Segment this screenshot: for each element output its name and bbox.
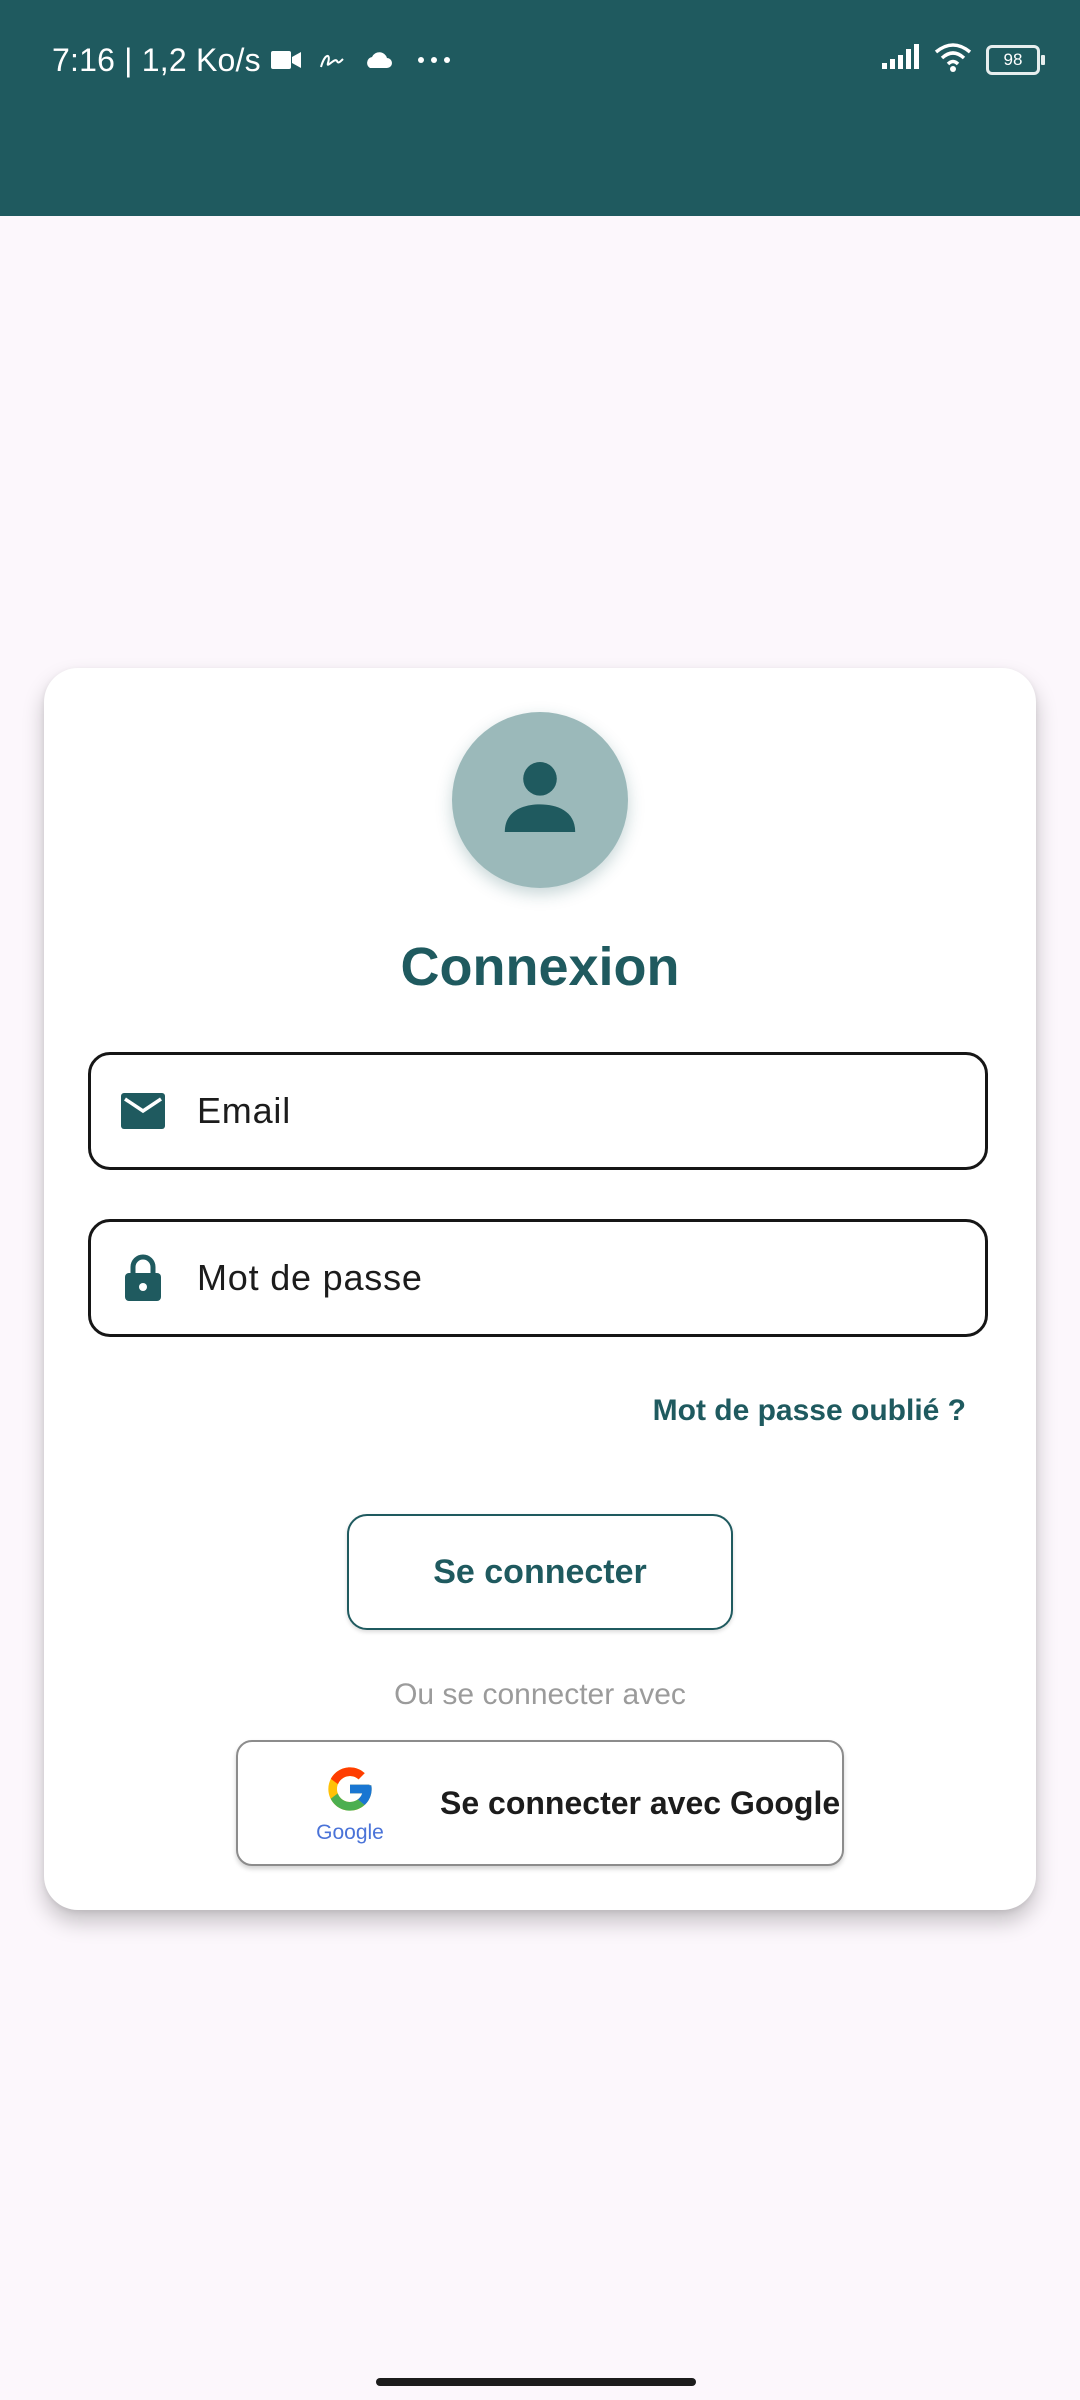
google-g-icon: [324, 1763, 376, 1820]
signal-icon: [880, 43, 920, 76]
person-icon: [492, 750, 588, 851]
password-input[interactable]: [195, 1256, 959, 1300]
mail-icon: [117, 1092, 169, 1130]
lock-icon: [117, 1254, 169, 1302]
home-indicator[interactable]: [376, 2378, 696, 2386]
page-title: Connexion: [400, 937, 680, 997]
signature-icon: [319, 49, 345, 71]
alternate-login-text: Ou se connecter avec: [394, 1678, 686, 1711]
login-card: Connexion Mot de passe oublié ? Se conne…: [44, 668, 1036, 1910]
google-login-button[interactable]: Google Se connecter avec Google: [236, 1740, 844, 1866]
email-input[interactable]: [195, 1089, 959, 1133]
google-login-label: Se connecter avec Google: [440, 1784, 841, 1821]
login-button-label: Se connecter: [433, 1552, 647, 1591]
status-time-speed: 7:16 | 1,2 Ko/s: [52, 41, 261, 78]
status-right-group: 98: [880, 42, 1045, 77]
status-left-group: 7:16 | 1,2 Ko/s: [52, 38, 451, 82]
google-wordmark: Google: [316, 1820, 384, 1844]
avatar: [452, 712, 628, 888]
login-button[interactable]: Se connecter: [347, 1514, 733, 1630]
wifi-icon: [934, 42, 972, 77]
battery-icon: 98: [986, 44, 1045, 75]
forgot-password-link[interactable]: Mot de passe oublié ?: [653, 1394, 966, 1428]
video-camera-icon: [270, 49, 301, 71]
more-icon: [417, 56, 451, 64]
cloud-icon: [363, 49, 393, 71]
google-logo: Google: [312, 1763, 388, 1844]
battery-level: 98: [1003, 49, 1023, 69]
status-bar: 7:16 | 1,2 Ko/s 98: [0, 0, 1080, 120]
email-field[interactable]: [88, 1052, 988, 1170]
app-top-bar: 7:16 | 1,2 Ko/s 98: [0, 0, 1080, 216]
password-field[interactable]: [88, 1219, 988, 1337]
